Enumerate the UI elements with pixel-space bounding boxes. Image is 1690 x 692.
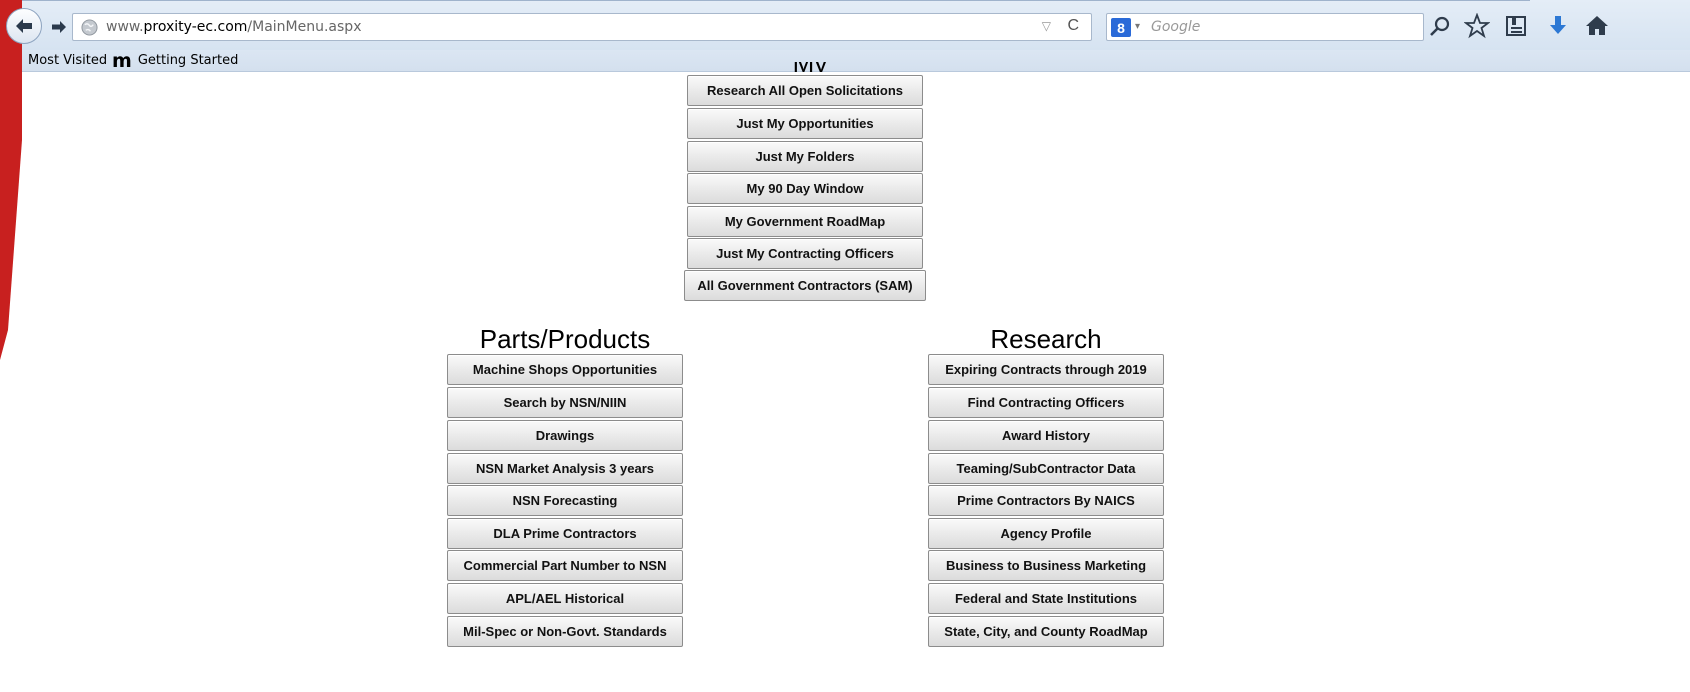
getting-started-label: Getting Started <box>137 53 239 68</box>
search-bar[interactable]: 8 ▾ Google <box>1106 13 1424 41</box>
find-contracting-officers-button[interactable]: Find Contracting Officers <box>928 387 1164 418</box>
decorative-red-stripe <box>0 0 22 360</box>
reload-icon[interactable]: C <box>1067 17 1079 35</box>
award-history-button[interactable]: Award History <box>928 420 1164 451</box>
browser-navbar: www.proxity-ec.com/MainMenu.aspx ▽ C 8 ▾… <box>0 0 1690 50</box>
dla-prime-contractors-button[interactable]: DLA Prime Contractors <box>447 518 683 549</box>
research-title: Research <box>990 324 1102 354</box>
just-my-folders-button[interactable]: Just My Folders <box>687 141 923 172</box>
url-bar[interactable]: www.proxity-ec.com/MainMenu.aspx ▽ C <box>72 13 1092 41</box>
nsn-market-analysis-button[interactable]: NSN Market Analysis 3 years <box>447 453 683 484</box>
machine-shops-opportunities-button[interactable]: Machine Shops Opportunities <box>447 354 683 385</box>
globe-icon <box>81 19 98 36</box>
url-text: www.proxity-ec.com/MainMenu.aspx <box>106 19 362 35</box>
getting-started-logo-icon: m <box>112 49 132 72</box>
home-icon[interactable] <box>1584 13 1610 39</box>
nsn-forecasting-button[interactable]: NSN Forecasting <box>447 485 683 516</box>
forward-button[interactable] <box>44 14 74 40</box>
prime-contractors-by-naics-button[interactable]: Prime Contractors By NAICS <box>928 485 1164 516</box>
tab-strip-edge <box>0 0 1530 4</box>
mil-spec-standards-button[interactable]: Mil-Spec or Non-Govt. Standards <box>447 616 683 647</box>
apl-ael-historical-button[interactable]: APL/AEL Historical <box>447 583 683 614</box>
just-my-contracting-officers-button[interactable]: Just My Contracting Officers <box>687 238 923 269</box>
state-city-county-roadmap-button[interactable]: State, City, and County RoadMap <box>928 616 1164 647</box>
history-dropdown-icon[interactable]: ▽ <box>1042 19 1051 33</box>
parts-products-title: Parts/Products <box>479 324 651 354</box>
search-magnifier-icon[interactable] <box>1428 15 1452 39</box>
all-government-contractors-sam-button[interactable]: All Government Contractors (SAM) <box>684 270 926 301</box>
commercial-part-number-to-nsn-button[interactable]: Commercial Part Number to NSN <box>447 550 683 581</box>
my-government-roadmap-button[interactable]: My Government RoadMap <box>687 206 923 237</box>
expiring-contracts-button[interactable]: Expiring Contracts through 2019 <box>928 354 1164 385</box>
download-icon[interactable] <box>1545 13 1571 39</box>
arrow-left-icon <box>16 19 32 33</box>
agency-profile-button[interactable]: Agency Profile <box>928 518 1164 549</box>
top-section-heading-text: My <box>760 62 860 72</box>
google-engine-icon[interactable]: 8 <box>1111 18 1131 37</box>
search-by-nsn-niin-button[interactable]: Search by NSN/NIIN <box>447 387 683 418</box>
bookmark-star-icon[interactable] <box>1464 13 1490 39</box>
search-placeholder: Google <box>1151 19 1201 35</box>
just-my-opportunities-button[interactable]: Just My Opportunities <box>687 108 923 139</box>
most-visited-label: Most Visited <box>28 53 108 68</box>
arrow-right-icon <box>52 21 66 33</box>
top-section-heading: My <box>760 62 860 72</box>
federal-and-state-institutions-button[interactable]: Federal and State Institutions <box>928 583 1164 614</box>
my-90-day-window-button[interactable]: My 90 Day Window <box>687 173 923 204</box>
drawings-button[interactable]: Drawings <box>447 420 683 451</box>
bookmarks-list-icon[interactable] <box>1503 13 1529 39</box>
bookmark-getting-started[interactable]: m Getting Started <box>112 49 239 72</box>
business-to-business-marketing-button[interactable]: Business to Business Marketing <box>928 550 1164 581</box>
research-all-open-solicitations-button[interactable]: Research All Open Solicitations <box>687 75 923 106</box>
back-button[interactable] <box>6 8 42 44</box>
teaming-subcontractor-data-button[interactable]: Teaming/SubContractor Data <box>928 453 1164 484</box>
engine-dropdown-icon[interactable]: ▾ <box>1135 21 1140 32</box>
